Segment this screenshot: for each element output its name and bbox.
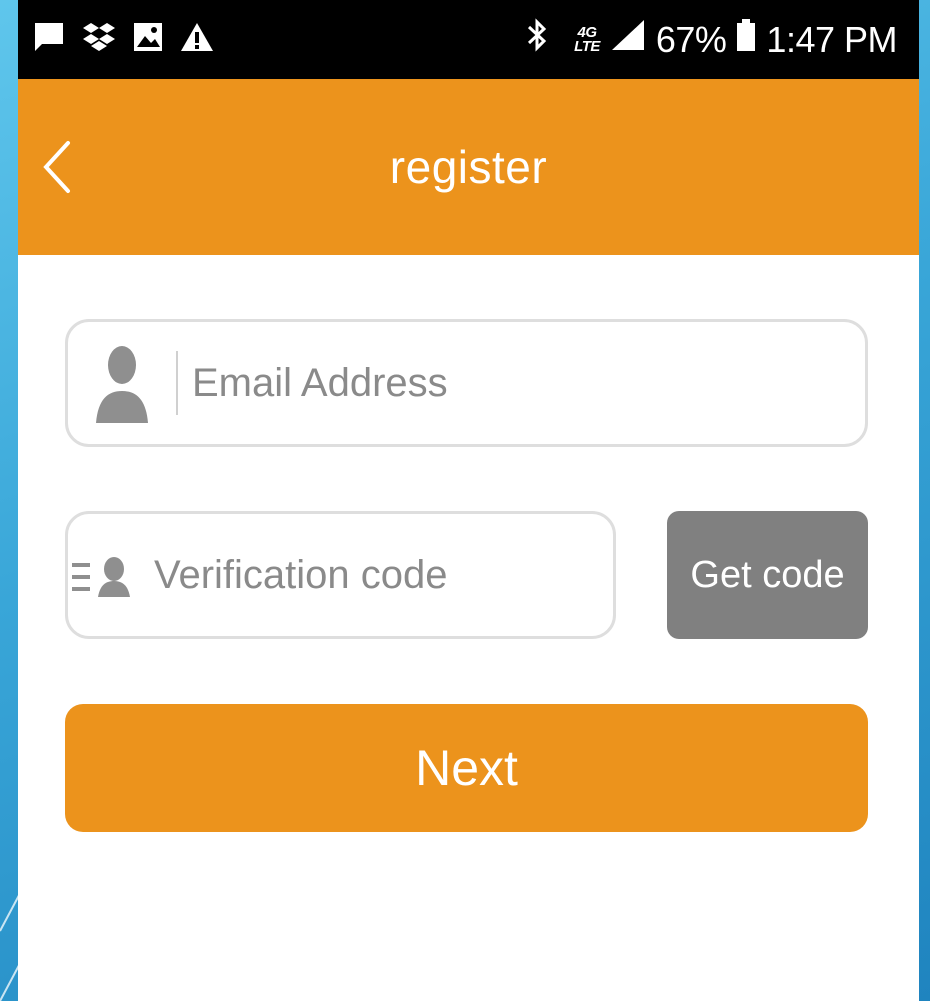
back-button[interactable]: [38, 137, 78, 197]
warning-icon: [180, 21, 214, 58]
bluetooth-icon: [526, 17, 548, 62]
phone-screen: 4G LTE 67% 1:47 PM register Email Addres…: [18, 0, 919, 1001]
signal-icon: [610, 18, 646, 61]
verification-code-field-container[interactable]: [65, 511, 669, 639]
battery-icon: [736, 18, 756, 61]
email-field-container[interactable]: [65, 319, 868, 447]
battery-percent: 67%: [655, 18, 727, 60]
page-title: register: [389, 141, 548, 193]
id-card-icon: [68, 514, 140, 636]
network-type: 4G LTE: [574, 25, 600, 55]
app-header: register: [18, 79, 919, 255]
image-icon: [132, 21, 164, 58]
dropbox-icon: [82, 20, 116, 59]
verification-code-input[interactable]: [140, 514, 669, 636]
chat-bubble-icon: [32, 20, 66, 59]
notification-icons: [32, 20, 214, 59]
clock: 1:47 PM: [766, 18, 897, 60]
status-bar: 4G LTE 67% 1:47 PM: [18, 0, 919, 79]
user-icon: [68, 322, 176, 444]
network-sub-label: LTE: [574, 37, 600, 55]
next-button[interactable]: Next: [65, 704, 868, 832]
email-input[interactable]: [178, 322, 865, 444]
system-indicators: 4G LTE 67% 1:47 PM: [526, 17, 897, 62]
get-code-button[interactable]: Get code: [667, 511, 868, 639]
back-chevron-icon: [38, 141, 78, 201]
